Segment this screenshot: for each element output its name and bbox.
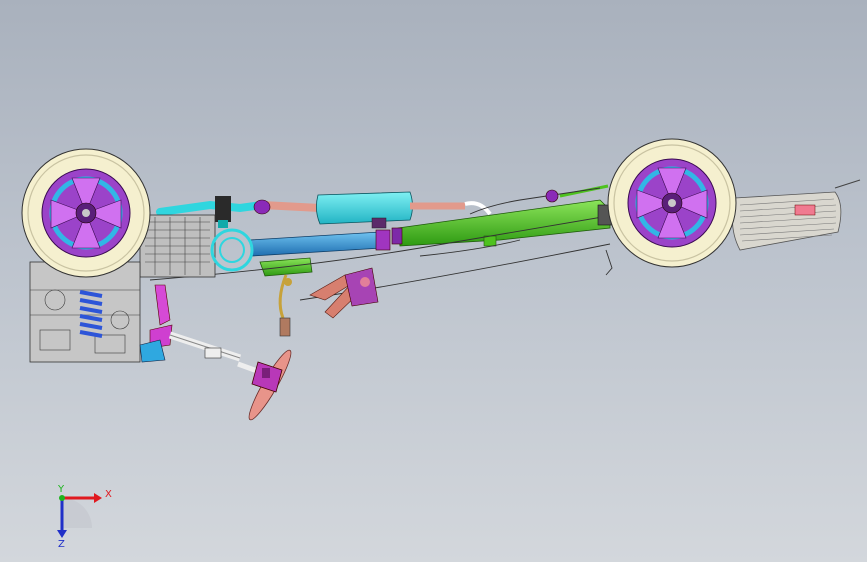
z-axis-head <box>57 530 67 538</box>
muffler-assembly[interactable] <box>732 179 861 251</box>
steering-linkage[interactable] <box>139 284 261 375</box>
pedal-assembly[interactable] <box>309 267 379 319</box>
triad-quadrant <box>62 498 92 528</box>
coordinate-triad: X Y Z <box>57 484 112 550</box>
steering-wheel[interactable] <box>244 347 296 423</box>
gear-lever[interactable] <box>278 274 292 337</box>
front-wheel[interactable] <box>21 148 151 278</box>
rear-wheel[interactable] <box>607 138 737 268</box>
frame-rail[interactable] <box>259 184 611 277</box>
x-axis-head <box>94 493 102 503</box>
cad-viewport[interactable]: X Y Z <box>0 0 867 562</box>
y-axis-label: Y <box>57 484 65 495</box>
x-axis-label: X <box>105 489 112 500</box>
chassis-model[interactable]: X Y Z <box>0 0 867 562</box>
y-axis-dot <box>59 495 65 501</box>
driveshaft[interactable] <box>249 227 403 257</box>
z-axis-label: Z <box>58 539 65 550</box>
